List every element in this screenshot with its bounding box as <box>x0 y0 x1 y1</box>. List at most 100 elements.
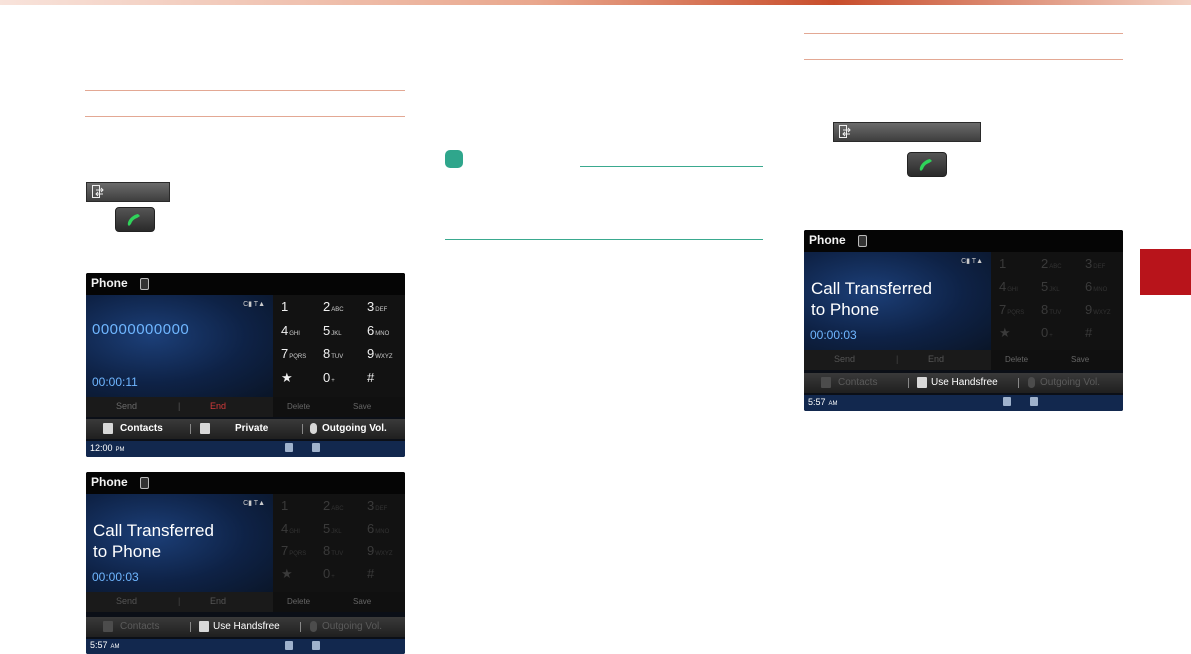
delete-button[interactable]: Delete <box>287 597 310 606</box>
call-controls: Send | End <box>86 592 273 612</box>
keypad-key[interactable]: 4GHI <box>281 521 300 536</box>
keypad-key[interactable]: 5JKL <box>323 323 342 338</box>
keypad-key[interactable]: ★ <box>281 566 294 582</box>
keypad-key[interactable]: 8TUV <box>323 346 343 361</box>
control-divider: | <box>178 596 181 606</box>
chapter-tab[interactable] <box>1140 249 1191 295</box>
keypad-key[interactable]: ★ <box>281 370 294 386</box>
contacts-button[interactable]: Contacts <box>120 423 163 434</box>
delete-button[interactable]: Delete <box>1005 355 1028 364</box>
keypad-key[interactable]: 3DEF <box>1085 256 1105 271</box>
end-call-button[interactable]: End <box>210 401 226 411</box>
signal-indicator: C▮ T▲ <box>243 301 265 308</box>
transfer-icon <box>917 377 927 388</box>
keypad-key[interactable]: 6MNO <box>367 323 389 338</box>
keypad-key[interactable]: 9WXYZ <box>1085 302 1111 317</box>
call-button[interactable] <box>907 152 947 177</box>
phone-status-icon <box>312 443 320 452</box>
keypad-key[interactable]: 0+ <box>1041 325 1053 340</box>
keypad-key[interactable]: 2ABC <box>323 498 344 513</box>
keypad-key[interactable]: 8TUV <box>1041 302 1061 317</box>
contacts-icon <box>103 423 113 434</box>
keypad-key[interactable]: 1 <box>281 299 289 314</box>
keypad-key[interactable]: 7PQRS <box>999 302 1024 317</box>
keypad-key[interactable]: 3DEF <box>367 299 387 314</box>
keypad-actions: Delete Save <box>991 350 1123 370</box>
call-handset-icon <box>127 214 140 226</box>
keypad-key[interactable]: 3DEF <box>367 498 387 513</box>
phone-status-icon <box>1030 397 1038 406</box>
keypad-key[interactable]: 2ABC <box>1041 256 1062 271</box>
outgoing-volume-button[interactable]: Outgoing Vol. <box>1040 377 1100 388</box>
keypad-key[interactable]: 4GHI <box>999 279 1018 294</box>
control-divider: | <box>896 354 899 364</box>
phone-screen-call-transferred: Phone C▮ T▲ Call Transferred to Phone 00… <box>86 472 405 654</box>
signal-indicator: C▮ T▲ <box>961 258 983 265</box>
screen-header: Phone <box>86 472 405 494</box>
top-accent-bar <box>0 0 1191 5</box>
transfer-button[interactable] <box>833 122 981 142</box>
save-button[interactable]: Save <box>353 402 371 411</box>
keypad-key[interactable]: 8TUV <box>323 543 343 558</box>
keypad-key[interactable]: 7PQRS <box>281 346 306 361</box>
call-info-panel: C▮ T▲ 00000000000 00:00:11 <box>86 295 273 397</box>
private-button[interactable]: Private <box>235 423 268 434</box>
keypad-key[interactable]: 5JKL <box>1041 279 1060 294</box>
send-button[interactable]: Send <box>116 401 137 411</box>
keypad-key[interactable]: # <box>367 566 375 581</box>
call-timer: 00:00:11 <box>92 375 138 389</box>
keypad-key[interactable]: # <box>367 370 375 385</box>
keypad-key[interactable]: 1 <box>999 256 1007 271</box>
keypad-key[interactable]: 6MNO <box>1085 279 1107 294</box>
microphone-icon <box>310 423 317 434</box>
save-button[interactable]: Save <box>1071 355 1089 364</box>
menu-divider <box>1018 378 1019 388</box>
keypad-actions: Delete Save <box>273 592 405 612</box>
keypad-key[interactable]: 1 <box>281 498 289 513</box>
end-call-button[interactable]: End <box>928 354 944 364</box>
send-button[interactable]: Send <box>116 596 137 606</box>
status-bar: 12:00 PM <box>86 441 405 457</box>
contacts-button[interactable]: Contacts <box>120 621 159 632</box>
transfer-message: Call Transferred to Phone <box>811 279 932 319</box>
delete-button[interactable]: Delete <box>287 402 310 411</box>
call-button[interactable] <box>115 207 155 232</box>
outgoing-volume-button[interactable]: Outgoing Vol. <box>322 621 382 632</box>
keypad-key[interactable]: 5JKL <box>323 521 342 536</box>
outgoing-volume-button[interactable]: Outgoing Vol. <box>322 423 387 434</box>
screen-title: Phone <box>91 276 128 290</box>
keypad-key[interactable]: 9WXYZ <box>367 543 393 558</box>
dialed-number: 00000000000 <box>92 321 190 338</box>
bluetooth-status-icon <box>285 443 293 452</box>
keypad-key[interactable]: 4GHI <box>281 323 300 338</box>
transfer-button[interactable] <box>86 182 170 202</box>
use-handsfree-button[interactable]: Use Handsfree <box>931 377 998 388</box>
keypad-key[interactable]: # <box>1085 325 1093 340</box>
keypad-key[interactable]: 0+ <box>323 566 335 581</box>
menu-divider <box>908 378 909 388</box>
transfer-icon <box>199 621 209 632</box>
call-controls: Send | End <box>86 397 273 417</box>
phone-menu-bar: Contacts Use Handsfree Outgoing Vol. <box>804 373 1123 393</box>
bluetooth-phone-icon <box>858 235 867 247</box>
keypad-key[interactable]: 2ABC <box>323 299 344 314</box>
bluetooth-phone-icon <box>140 477 149 489</box>
contacts-button[interactable]: Contacts <box>838 377 877 388</box>
contacts-icon <box>821 377 831 388</box>
contacts-icon <box>103 621 113 632</box>
keypad-key[interactable]: 9WXYZ <box>367 346 393 361</box>
keypad: 1 2ABC 3DEF 4GHI 5JKL 6MNO 7PQRS 8TUV 9WXYZ ★ 0+ # <box>273 494 405 592</box>
keypad-key[interactable]: 6MNO <box>367 521 389 536</box>
keypad-key[interactable]: ★ <box>999 325 1012 341</box>
transfer-icon <box>200 423 210 434</box>
save-button[interactable]: Save <box>353 597 371 606</box>
keypad-key[interactable]: 0+ <box>323 370 335 385</box>
section-rule <box>804 33 1123 34</box>
bluetooth-phone-icon <box>140 278 149 290</box>
end-call-button[interactable]: End <box>210 596 226 606</box>
call-handset-icon <box>919 159 932 171</box>
use-handsfree-button[interactable]: Use Handsfree <box>213 621 280 632</box>
send-button[interactable]: Send <box>834 354 855 364</box>
phone-menu-bar: Contacts Use Handsfree Outgoing Vol. <box>86 617 405 637</box>
keypad-key[interactable]: 7PQRS <box>281 543 306 558</box>
